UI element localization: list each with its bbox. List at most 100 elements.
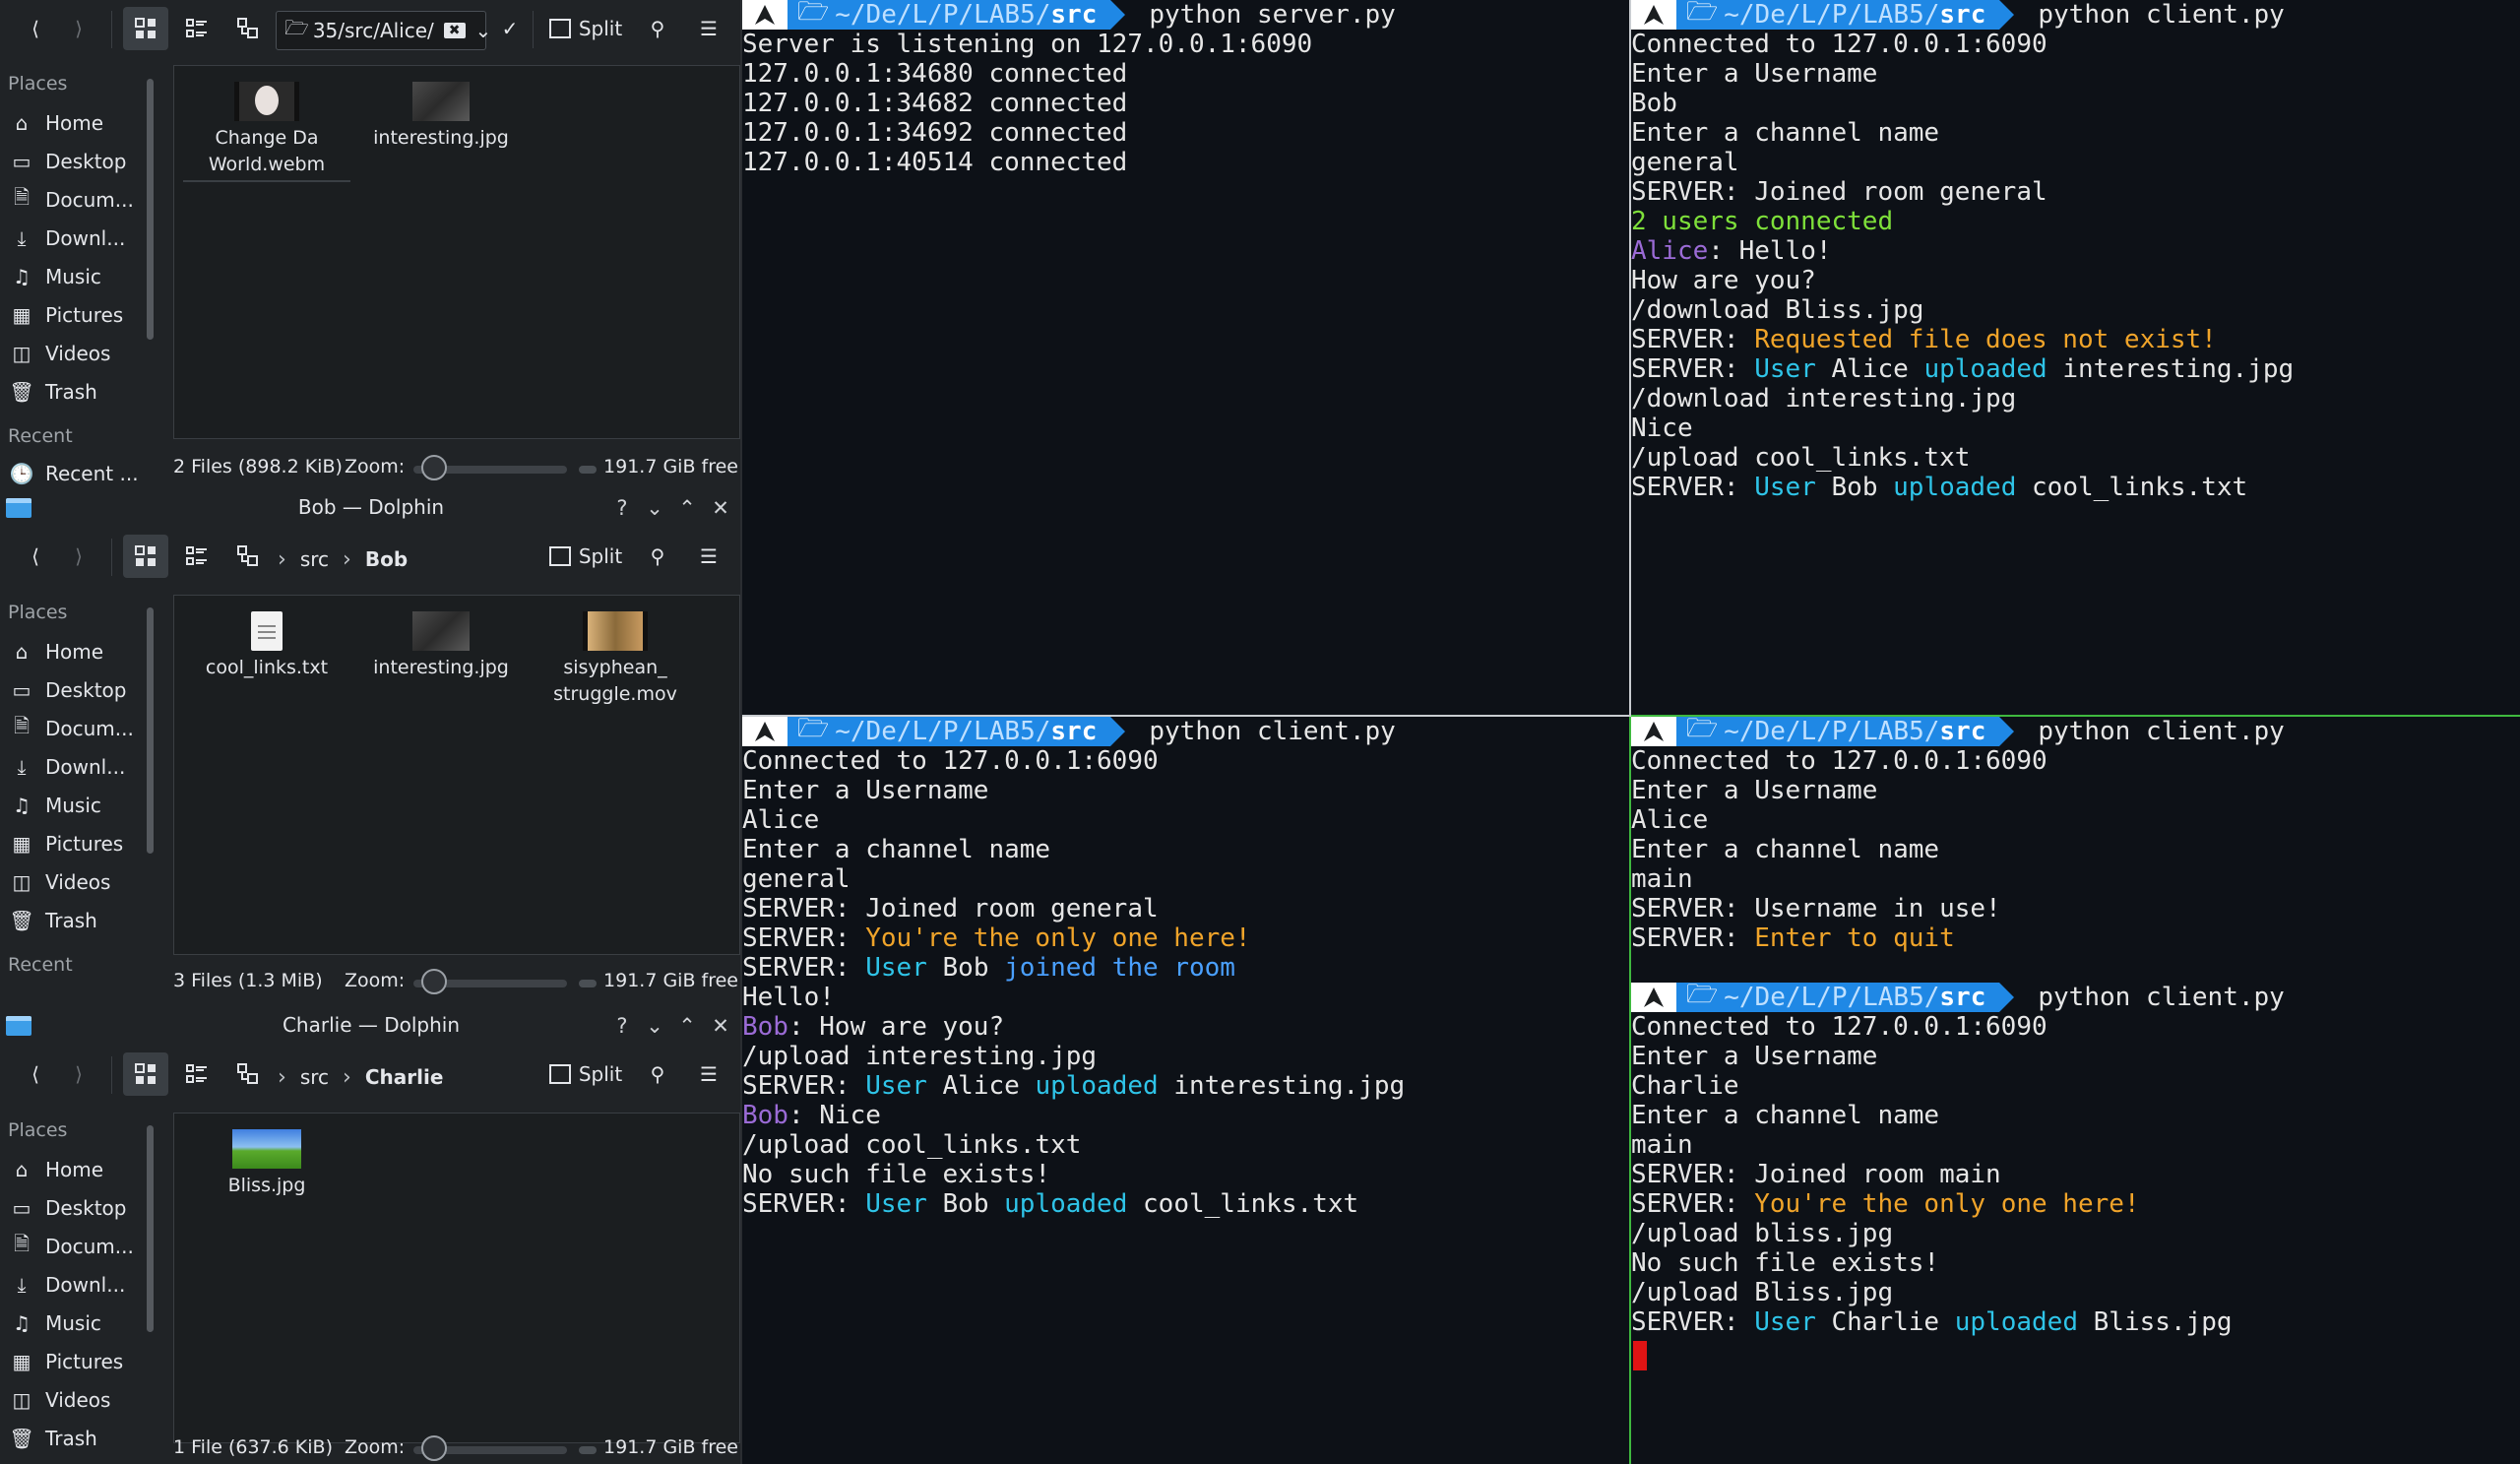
file-view[interactable]: Bliss.jpg [173, 1113, 740, 1443]
places-item-trash[interactable]: 🗑 Trash [9, 904, 97, 937]
places-scrollbar[interactable] [147, 1125, 154, 1332]
split-button[interactable]: Split [541, 1052, 630, 1096]
compact-view-button[interactable] [175, 535, 219, 578]
places-item-home[interactable]: ⌂ Home [10, 106, 103, 140]
split-button[interactable]: Split [541, 7, 630, 50]
terminal-client-alice[interactable]: 🗁 ~/De/L/P/LAB5/src python client.py Connec… [742, 717, 1629, 1464]
close-button[interactable]: ✕ [707, 1011, 734, 1041]
minimize-button[interactable]: ⌄ [641, 1011, 668, 1041]
prompt-line: 🗁 ~/De/L/P/LAB5/src python client.py [742, 717, 1396, 746]
terminal-line: Enter a Username [1631, 1042, 1877, 1071]
file-item[interactable]: Bliss.jpg [183, 1129, 350, 1199]
file-item[interactable]: interesting.jpg [357, 82, 525, 152]
places-item-music[interactable]: ♫ Music [10, 789, 101, 822]
help-button[interactable]: ? [608, 493, 636, 523]
places-item-videos[interactable]: ◫ Videos [10, 1383, 111, 1417]
image-thumbnail [232, 1129, 301, 1169]
pane-divider-vertical-active[interactable] [1629, 717, 1631, 1464]
confirm-location-button[interactable]: ✓ [492, 7, 528, 50]
forward-button[interactable]: ⟩ [61, 1052, 96, 1096]
pane-divider-horizontal[interactable] [742, 715, 1629, 717]
file-item[interactable]: Change Da World.webm [183, 82, 350, 182]
search-button[interactable]: ⚲ [638, 7, 677, 50]
compact-view-button[interactable] [175, 1052, 219, 1096]
maximize-button[interactable]: ⌃ [673, 1011, 701, 1041]
window-titlebar[interactable]: Bob — Dolphin ? ⌄ ⌃ ✕ [0, 489, 742, 527]
search-button[interactable]: ⚲ [638, 535, 677, 578]
maximize-button[interactable]: ⌃ [673, 493, 701, 523]
places-scrollbar[interactable] [147, 607, 154, 854]
file-item[interactable]: cool_links.txt [183, 611, 350, 681]
minimize-button[interactable]: ⌄ [641, 493, 668, 523]
places-item-videos[interactable]: ◫ Videos [10, 865, 111, 899]
file-item[interactable]: sisyphean_ struggle.mov [532, 611, 699, 708]
close-button[interactable]: ✕ [707, 493, 734, 523]
menu-button[interactable]: ☰ [689, 7, 728, 50]
checkmark-icon: ✓ [501, 17, 519, 40]
help-button[interactable]: ? [608, 1011, 636, 1041]
places-item-home[interactable]: ⌂ Home [10, 1153, 103, 1186]
places-scrollbar[interactable] [147, 79, 154, 340]
places-item-desktop[interactable]: ▭ Desktop [10, 1191, 127, 1225]
window-titlebar[interactable]: Charlie — Dolphin ? ⌄ ⌃ ✕ [0, 1007, 742, 1045]
places-item-documents[interactable]: 🗎 Docum... [10, 712, 134, 745]
location-bar[interactable]: 🗁 35/src/Alice/ ✖ ⌄ [276, 11, 491, 50]
terminal-client-charlie[interactable]: 🗁 ~/De/L/P/LAB5/src python client.py Connec… [1631, 983, 2520, 1464]
places-item-documents[interactable]: 🗎 Docum... [10, 183, 134, 217]
file-view[interactable]: cool_links.txt interesting.jpg sisyphean… [173, 595, 740, 955]
menu-button[interactable]: ☰ [689, 1052, 728, 1096]
home-icon: ⌂ [15, 1158, 29, 1181]
zoom-slider-handle[interactable] [421, 969, 447, 994]
terminal-text: Alice [742, 805, 820, 835]
places-item-documents[interactable]: 🗎 Docum... [10, 1230, 134, 1263]
menu-button[interactable]: ☰ [689, 535, 728, 578]
back-button[interactable]: ⟨ [14, 1052, 57, 1096]
terminal-client-alice-duplicate[interactable]: 🗁 ~/De/L/P/LAB5/src python client.py Connec… [1631, 717, 2520, 983]
places-item-desktop[interactable]: ▭ Desktop [10, 673, 127, 707]
terminal-server[interactable]: 🗁 ~/De/L/P/LAB5/src python server.py Server… [742, 0, 1629, 715]
back-button[interactable]: ⟨ [14, 7, 57, 50]
details-view-button[interactable] [226, 7, 270, 50]
places-item-pictures[interactable]: ▦ Pictures [10, 1345, 124, 1378]
places-item-downloads[interactable]: ⤓ Downl... [10, 1268, 126, 1302]
places-item-desktop[interactable]: ▭ Desktop [10, 145, 127, 178]
places-item-music[interactable]: ♫ Music [10, 1306, 101, 1340]
places-header: Places [8, 602, 68, 623]
pane-divider-horizontal-active[interactable] [1631, 715, 2520, 717]
breadcrumb-item-src[interactable]: src [300, 1065, 329, 1089]
forward-button[interactable]: ⟩ [61, 7, 96, 50]
zoom-slider-handle[interactable] [421, 455, 447, 480]
breadcrumb-item-src[interactable]: src [300, 547, 329, 571]
forward-button[interactable]: ⟩ [61, 535, 96, 578]
places-item-pictures[interactable]: ▦ Pictures [10, 298, 124, 332]
places-item-trash[interactable]: 🗑 Trash [9, 1422, 97, 1455]
icons-view-button[interactable] [123, 535, 168, 578]
details-view-button[interactable] [226, 535, 270, 578]
icons-view-button[interactable] [123, 7, 168, 50]
details-view-button[interactable] [226, 1052, 270, 1096]
places-item-home[interactable]: ⌂ Home [10, 635, 103, 668]
chevron-down-icon[interactable]: ⌄ [475, 19, 492, 42]
places-item-pictures[interactable]: ▦ Pictures [10, 827, 124, 860]
zoom-slider-handle[interactable] [421, 1435, 447, 1461]
clear-icon[interactable]: ✖ [443, 23, 466, 38]
breadcrumb-item-current[interactable]: Charlie [365, 1065, 444, 1089]
places-item-trash[interactable]: 🗑 Trash [9, 375, 97, 409]
places-item-downloads[interactable]: ⤓ Downl... [10, 222, 126, 255]
compact-view-button[interactable] [175, 7, 219, 50]
terminal-client-bob[interactable]: 🗁 ~/De/L/P/LAB5/src python client.py Connec… [1631, 0, 2520, 715]
file-view[interactable]: Change Da World.webm interesting.jpg [173, 65, 740, 439]
places-item-downloads[interactable]: ⤓ Downl... [10, 750, 126, 784]
terminal-line: main [1631, 1130, 1693, 1160]
back-button[interactable]: ⟨ [14, 535, 57, 578]
search-button[interactable]: ⚲ [638, 1052, 677, 1096]
split-button[interactable]: Split [541, 535, 630, 578]
terminal-text: Enter a channel name [1631, 1101, 1940, 1130]
pane-divider-vertical[interactable] [1629, 0, 1631, 717]
file-item[interactable]: interesting.jpg [357, 611, 525, 681]
recent-item-recent-files[interactable]: 🕒 Recent ... [10, 457, 139, 490]
icons-view-button[interactable] [123, 1052, 168, 1096]
places-item-videos[interactable]: ◫ Videos [10, 337, 111, 370]
places-item-music[interactable]: ♫ Music [10, 260, 101, 293]
breadcrumb-item-current[interactable]: Bob [365, 547, 408, 571]
